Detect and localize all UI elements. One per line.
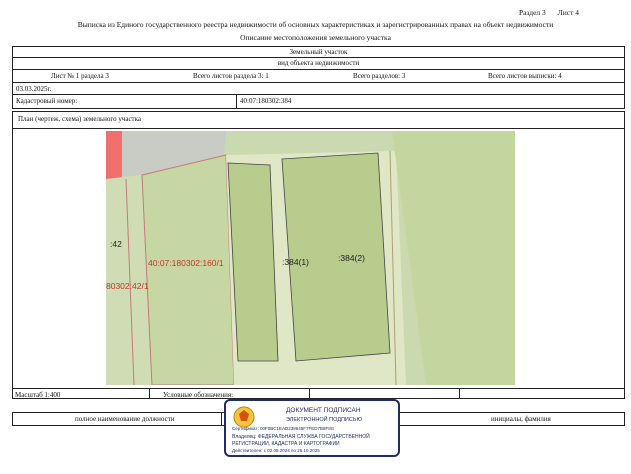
header-table: Земельный участок вид объекта недвижимос… [12, 46, 625, 109]
stamp-owner: Владелец: ФЕДЕРАЛЬНАЯ СЛУЖБА ГОСУДАРСТВЕ… [232, 434, 370, 440]
stamp-certificate: Сертификат: 00F0BC1EAD238645F7FED7B8F8G [232, 426, 335, 431]
page-header: Раздел 3 Лист 4 [509, 8, 579, 17]
sheet-number-cell: Лист № 1 раздела 3 [51, 72, 109, 80]
document-subtitle: Описание местоположения земельного участ… [240, 33, 391, 42]
object-type-caption: вид объекта недвижимости [277, 59, 360, 67]
plan-title: План (чертеж, схема) земельного участка [18, 115, 142, 123]
map-label-160-1: 40:07:180302:160/1 [148, 258, 224, 268]
map-label-384-2: :384(2) [338, 253, 365, 263]
total-sections-cell: Всего разделов: 3 [353, 72, 406, 80]
position-caption: полное наименование должности [75, 415, 175, 423]
object-type: Земельный участок [289, 48, 348, 56]
document-title: Выписка из Единого государственного реес… [77, 20, 554, 29]
total-sheets-extract-cell: Всего листов выписки: 4 [488, 72, 562, 80]
stamp-owner-2: РЕГИСТРАЦИИ, КАДАСТРА И КАРТОГРАФИИ [232, 441, 340, 447]
stamp-subtitle: ЭЛЕКТРОННОЙ ПОДПИСЬЮ [286, 417, 363, 423]
stamp-validity: Действителен: с 02.08.2024 по 26.10.2025 [232, 448, 320, 453]
section-number: Раздел 3 [518, 8, 546, 17]
cadastral-label: Кадастровый номер: [16, 97, 78, 105]
total-sheets-section-cell: Всего листов раздела 3: 1 [193, 72, 269, 80]
cadastral-number: 40:07:180302:384 [240, 97, 292, 105]
sheet-number: Лист 4 [557, 8, 579, 17]
map-label-42: :42 [110, 239, 122, 249]
cadastral-map: :384(1) :384(2) 40:07:180302:160/1 80302… [106, 131, 515, 385]
legend: Условные обозначения: [163, 391, 234, 399]
stamp-title: ДОКУМЕНТ ПОДПИСАН [286, 407, 361, 414]
date: 03.03.2025г. [16, 85, 52, 93]
initials-caption: инициалы, фамилия [491, 415, 551, 423]
map-label-384-1: :384(1) [282, 257, 309, 267]
scale: Масштаб 1:400 [15, 391, 61, 399]
map-label-42-1: 80302:42/1 [106, 281, 149, 291]
e-signature-stamp: ДОКУМЕНТ ПОДПИСАН ЭЛЕКТРОННОЙ ПОДПИСЬЮ С… [224, 399, 400, 457]
